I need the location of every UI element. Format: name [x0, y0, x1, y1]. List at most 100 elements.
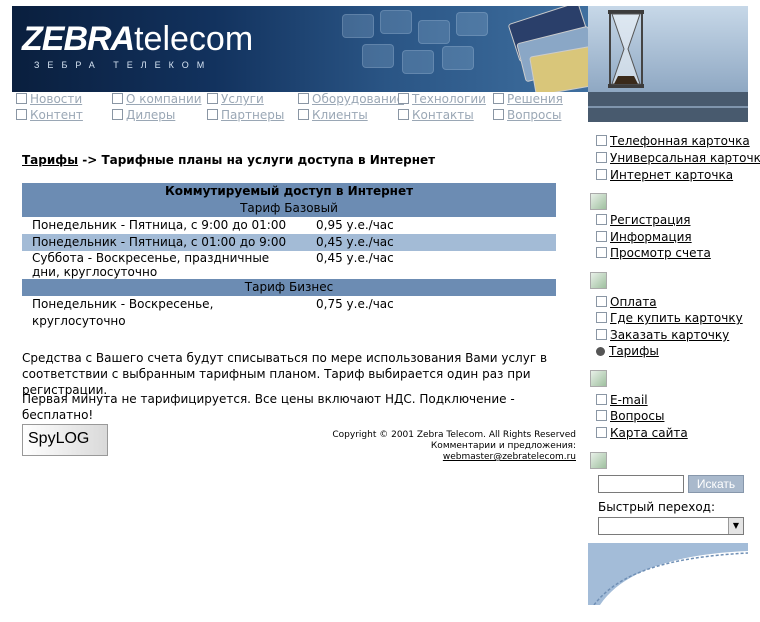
bullet-icon [16, 93, 27, 104]
sidebar-sitemap[interactable]: Карта сайта [596, 426, 688, 440]
broken-image-icon [590, 193, 607, 210]
sidebar-account-view[interactable]: Просмотр счета [596, 246, 711, 260]
table-row: Понедельник - Пятница, с 01:00 до 9:00 0… [22, 234, 556, 251]
keyboard-key [456, 12, 488, 36]
bullet-icon [596, 329, 607, 340]
bullet-icon [298, 93, 309, 104]
header-banner: ZEBRAtelecom ЗЕБРА ТЕЛЕКОМ [12, 6, 588, 92]
nav-clients[interactable]: Клиенты [298, 108, 368, 122]
sidebar-where-to-buy[interactable]: Где купить карточку [596, 311, 743, 325]
search-input[interactable] [598, 475, 684, 493]
sidebar-bottom-decoration [588, 543, 749, 606]
tariff-group-header: Тариф Бизнес [22, 279, 556, 296]
bullet-icon [596, 152, 607, 163]
tariff-group-name: Тариф Базовый [22, 200, 556, 217]
keyboard-key [402, 50, 434, 74]
nav-services[interactable]: Услуги [207, 92, 264, 106]
copyright-text: Copyright © 2001 Zebra Telecom. All Righ… [332, 430, 576, 440]
breadcrumb-tariffs-link[interactable]: Тарифы [22, 153, 78, 167]
nav-about[interactable]: О компании [112, 92, 202, 106]
copyright: Copyright © 2001 Zebra Telecom. All Righ… [300, 430, 576, 463]
bullet-icon [596, 296, 607, 307]
feedback-label: Комментарии и предложения: [430, 441, 576, 451]
bullet-icon [207, 93, 218, 104]
table-title-row: Коммутируемый доступ в Интернет [22, 183, 556, 200]
period-cell: Суббота - Воскресенье, праздничные дни, … [32, 251, 270, 279]
divider [588, 106, 748, 108]
nav-dealers[interactable]: Дилеры [112, 108, 175, 122]
bullet-icon [398, 109, 409, 120]
table-row: Понедельник - Пятница, с 9:00 до 01:00 0… [22, 217, 556, 234]
table-row: Суббота - Воскресенье, праздничные дни, … [22, 251, 556, 279]
sidebar-order-card[interactable]: Заказать карточку [596, 328, 729, 342]
sidebar-tariffs-active[interactable]: Тарифы [596, 344, 659, 358]
bullet-icon [596, 214, 607, 225]
tariff-group-header: Тариф Базовый [22, 200, 556, 217]
nav-news[interactable]: Новости [16, 92, 82, 106]
bullet-icon [493, 93, 504, 104]
keyboard-key [362, 44, 394, 68]
sidebar-universal-card[interactable]: Универсальная карточка [596, 151, 760, 165]
breadcrumb-text: -> Тарифные планы на услуги доступа в Ин… [78, 153, 436, 167]
bullet-icon [596, 410, 607, 421]
sidebar-questions[interactable]: Вопросы [596, 409, 664, 423]
active-bullet-icon [596, 347, 605, 356]
tariff-group-name: Тариф Бизнес [22, 279, 556, 296]
bullet-icon [596, 394, 607, 405]
bullet-icon [596, 135, 607, 146]
keyboard-key [380, 10, 412, 34]
nav-partners[interactable]: Партнеры [207, 108, 284, 122]
bullet-icon [596, 427, 607, 438]
broken-image-icon [590, 272, 607, 289]
pricing-note-text: Первая минута не тарифицируется. Все цен… [22, 392, 515, 422]
keyboard-key [342, 14, 374, 38]
chevron-down-icon[interactable]: ▼ [728, 518, 743, 534]
sidebar-internet-card[interactable]: Интернет карточка [596, 168, 733, 182]
sidebar-email[interactable]: E-mail [596, 393, 648, 407]
bullet-icon [112, 93, 123, 104]
counter-logo-text: SpyLOG [28, 430, 90, 447]
table-title: Коммутируемый доступ в Интернет [22, 183, 556, 200]
bullet-icon [596, 169, 607, 180]
price-cell: 0,45 у.е./час [316, 251, 394, 265]
nav-equipment[interactable]: Оборудование [298, 92, 404, 106]
bullet-icon [207, 109, 218, 120]
keyboard-key [442, 46, 474, 70]
spylog-counter[interactable]: SpyLOG [22, 424, 108, 456]
table-row: Понедельник - Воскресенье, круглосуточно… [22, 296, 556, 330]
nav-faq[interactable]: Вопросы [493, 108, 561, 122]
bullet-icon [112, 109, 123, 120]
nav-content[interactable]: Контент [16, 108, 83, 122]
price-cell: 0,45 у.е./час [306, 234, 556, 251]
hourglass-image [588, 6, 748, 92]
nav-technologies[interactable]: Технологии [398, 92, 486, 106]
bullet-icon [398, 93, 409, 104]
sidebar-phone-card[interactable]: Телефонная карточка [596, 134, 750, 148]
bullet-icon [596, 231, 607, 242]
search-button[interactable]: Искать [688, 475, 744, 493]
nav-solutions[interactable]: Решения [493, 92, 563, 106]
quick-jump-select[interactable]: ▼ [598, 517, 744, 535]
bullet-icon [298, 109, 309, 120]
period-cell: Понедельник - Пятница, с 01:00 до 9:00 [22, 234, 306, 251]
broken-image-icon [590, 370, 607, 387]
bullet-icon [596, 312, 607, 323]
broken-image-icon [590, 452, 607, 469]
quick-jump-label: Быстрый переход: [598, 500, 716, 514]
logo[interactable]: ZEBRAtelecom [22, 20, 253, 59]
period-cell: Понедельник - Пятница, с 9:00 до 01:00 [32, 218, 287, 232]
price-cell: 0,75 у.е./час [316, 297, 394, 311]
period-cell: Понедельник - Воскресенье, круглосуточно [32, 297, 214, 328]
bullet-icon [596, 247, 607, 258]
sidebar-information[interactable]: Информация [596, 230, 692, 244]
bullet-icon [493, 109, 504, 120]
webmaster-email-link[interactable]: webmaster@zebratelecom.ru [443, 452, 576, 462]
price-cell: 0,95 у.е./час [316, 218, 394, 232]
logo-subtitle: ЗЕБРА ТЕЛЕКОМ [34, 60, 213, 70]
sidebar-payment[interactable]: Оплата [596, 295, 657, 309]
feedback-line: Комментарии и предложения: webmaster@zeb… [300, 441, 576, 463]
breadcrumb: Тарифы -> Тарифные планы на услуги досту… [22, 153, 435, 167]
sidebar-registration[interactable]: Регистрация [596, 213, 690, 227]
nav-contacts[interactable]: Контакты [398, 108, 474, 122]
keyboard-key [418, 20, 450, 44]
